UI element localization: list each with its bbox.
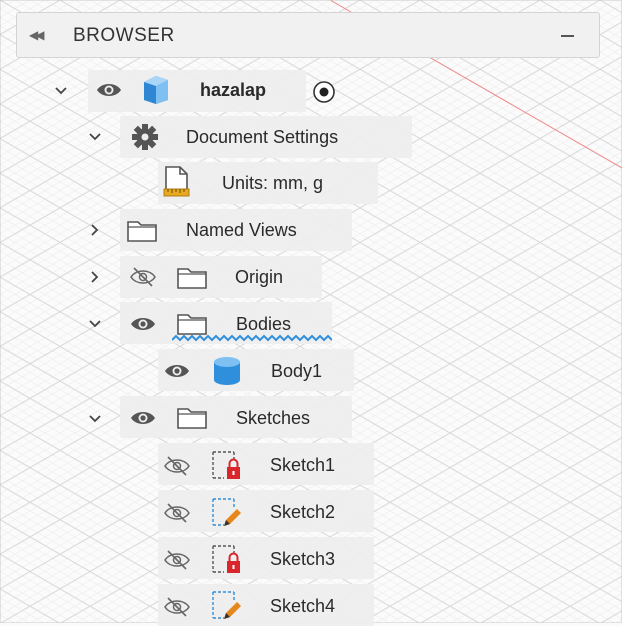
sketch-edit-icon: [212, 591, 241, 619]
eye-hidden-icon[interactable]: [163, 549, 191, 571]
chevron-down-icon[interactable]: [87, 411, 103, 427]
body-cylinder-icon: [214, 357, 240, 385]
chevron-down-icon[interactable]: [87, 129, 103, 145]
sketch-locked-icon: [212, 545, 240, 573]
tree-label: Sketch4: [270, 596, 336, 616]
eye-hidden-icon[interactable]: [163, 502, 191, 524]
sketch-edit-icon: [212, 498, 241, 526]
eye-hidden-icon[interactable]: [129, 266, 157, 288]
tree-label: Origin: [235, 267, 284, 287]
document-units-icon: [163, 166, 190, 197]
chevron-down-icon[interactable]: [87, 316, 103, 332]
tree-label: Body1: [271, 361, 323, 381]
eye-icon[interactable]: [130, 409, 156, 427]
drop-target-indicator: [172, 334, 332, 342]
tree-label: hazalap: [200, 80, 267, 100]
tree-label: Bodies: [236, 314, 292, 334]
folder-icon: [177, 408, 207, 429]
tree-label: Sketch2: [270, 502, 336, 522]
tree-label: Sketch1: [270, 455, 336, 475]
browser-header: ◀◀ BROWSER: [16, 12, 600, 58]
activate-radio-icon[interactable]: [312, 80, 336, 104]
browser-title: BROWSER: [73, 25, 175, 46]
chevron-right-icon[interactable]: [87, 269, 103, 285]
eye-icon[interactable]: [130, 315, 156, 333]
gear-icon: [132, 124, 158, 150]
chevron-right-icon[interactable]: [87, 222, 103, 238]
tree-label: Sketches: [236, 408, 311, 428]
folder-icon: [177, 268, 207, 289]
eye-icon[interactable]: [96, 81, 122, 99]
folder-icon: [177, 314, 207, 335]
chevron-down-icon[interactable]: [53, 83, 69, 99]
folder-icon: [127, 221, 157, 242]
minimize-button[interactable]: [557, 25, 579, 47]
tree-label: Document Settings: [186, 127, 339, 147]
eye-hidden-icon[interactable]: [163, 455, 191, 477]
sketch-locked-icon: [212, 451, 240, 479]
tree-label: Units: mm, g: [222, 173, 324, 193]
eye-hidden-icon[interactable]: [163, 596, 191, 618]
tree-label: Sketch3: [270, 549, 336, 569]
component-box-icon: [144, 76, 168, 104]
tree-label: Named Views: [186, 220, 297, 240]
eye-icon[interactable]: [164, 362, 190, 380]
double-chevron-left-icon[interactable]: ◀◀: [29, 26, 47, 44]
